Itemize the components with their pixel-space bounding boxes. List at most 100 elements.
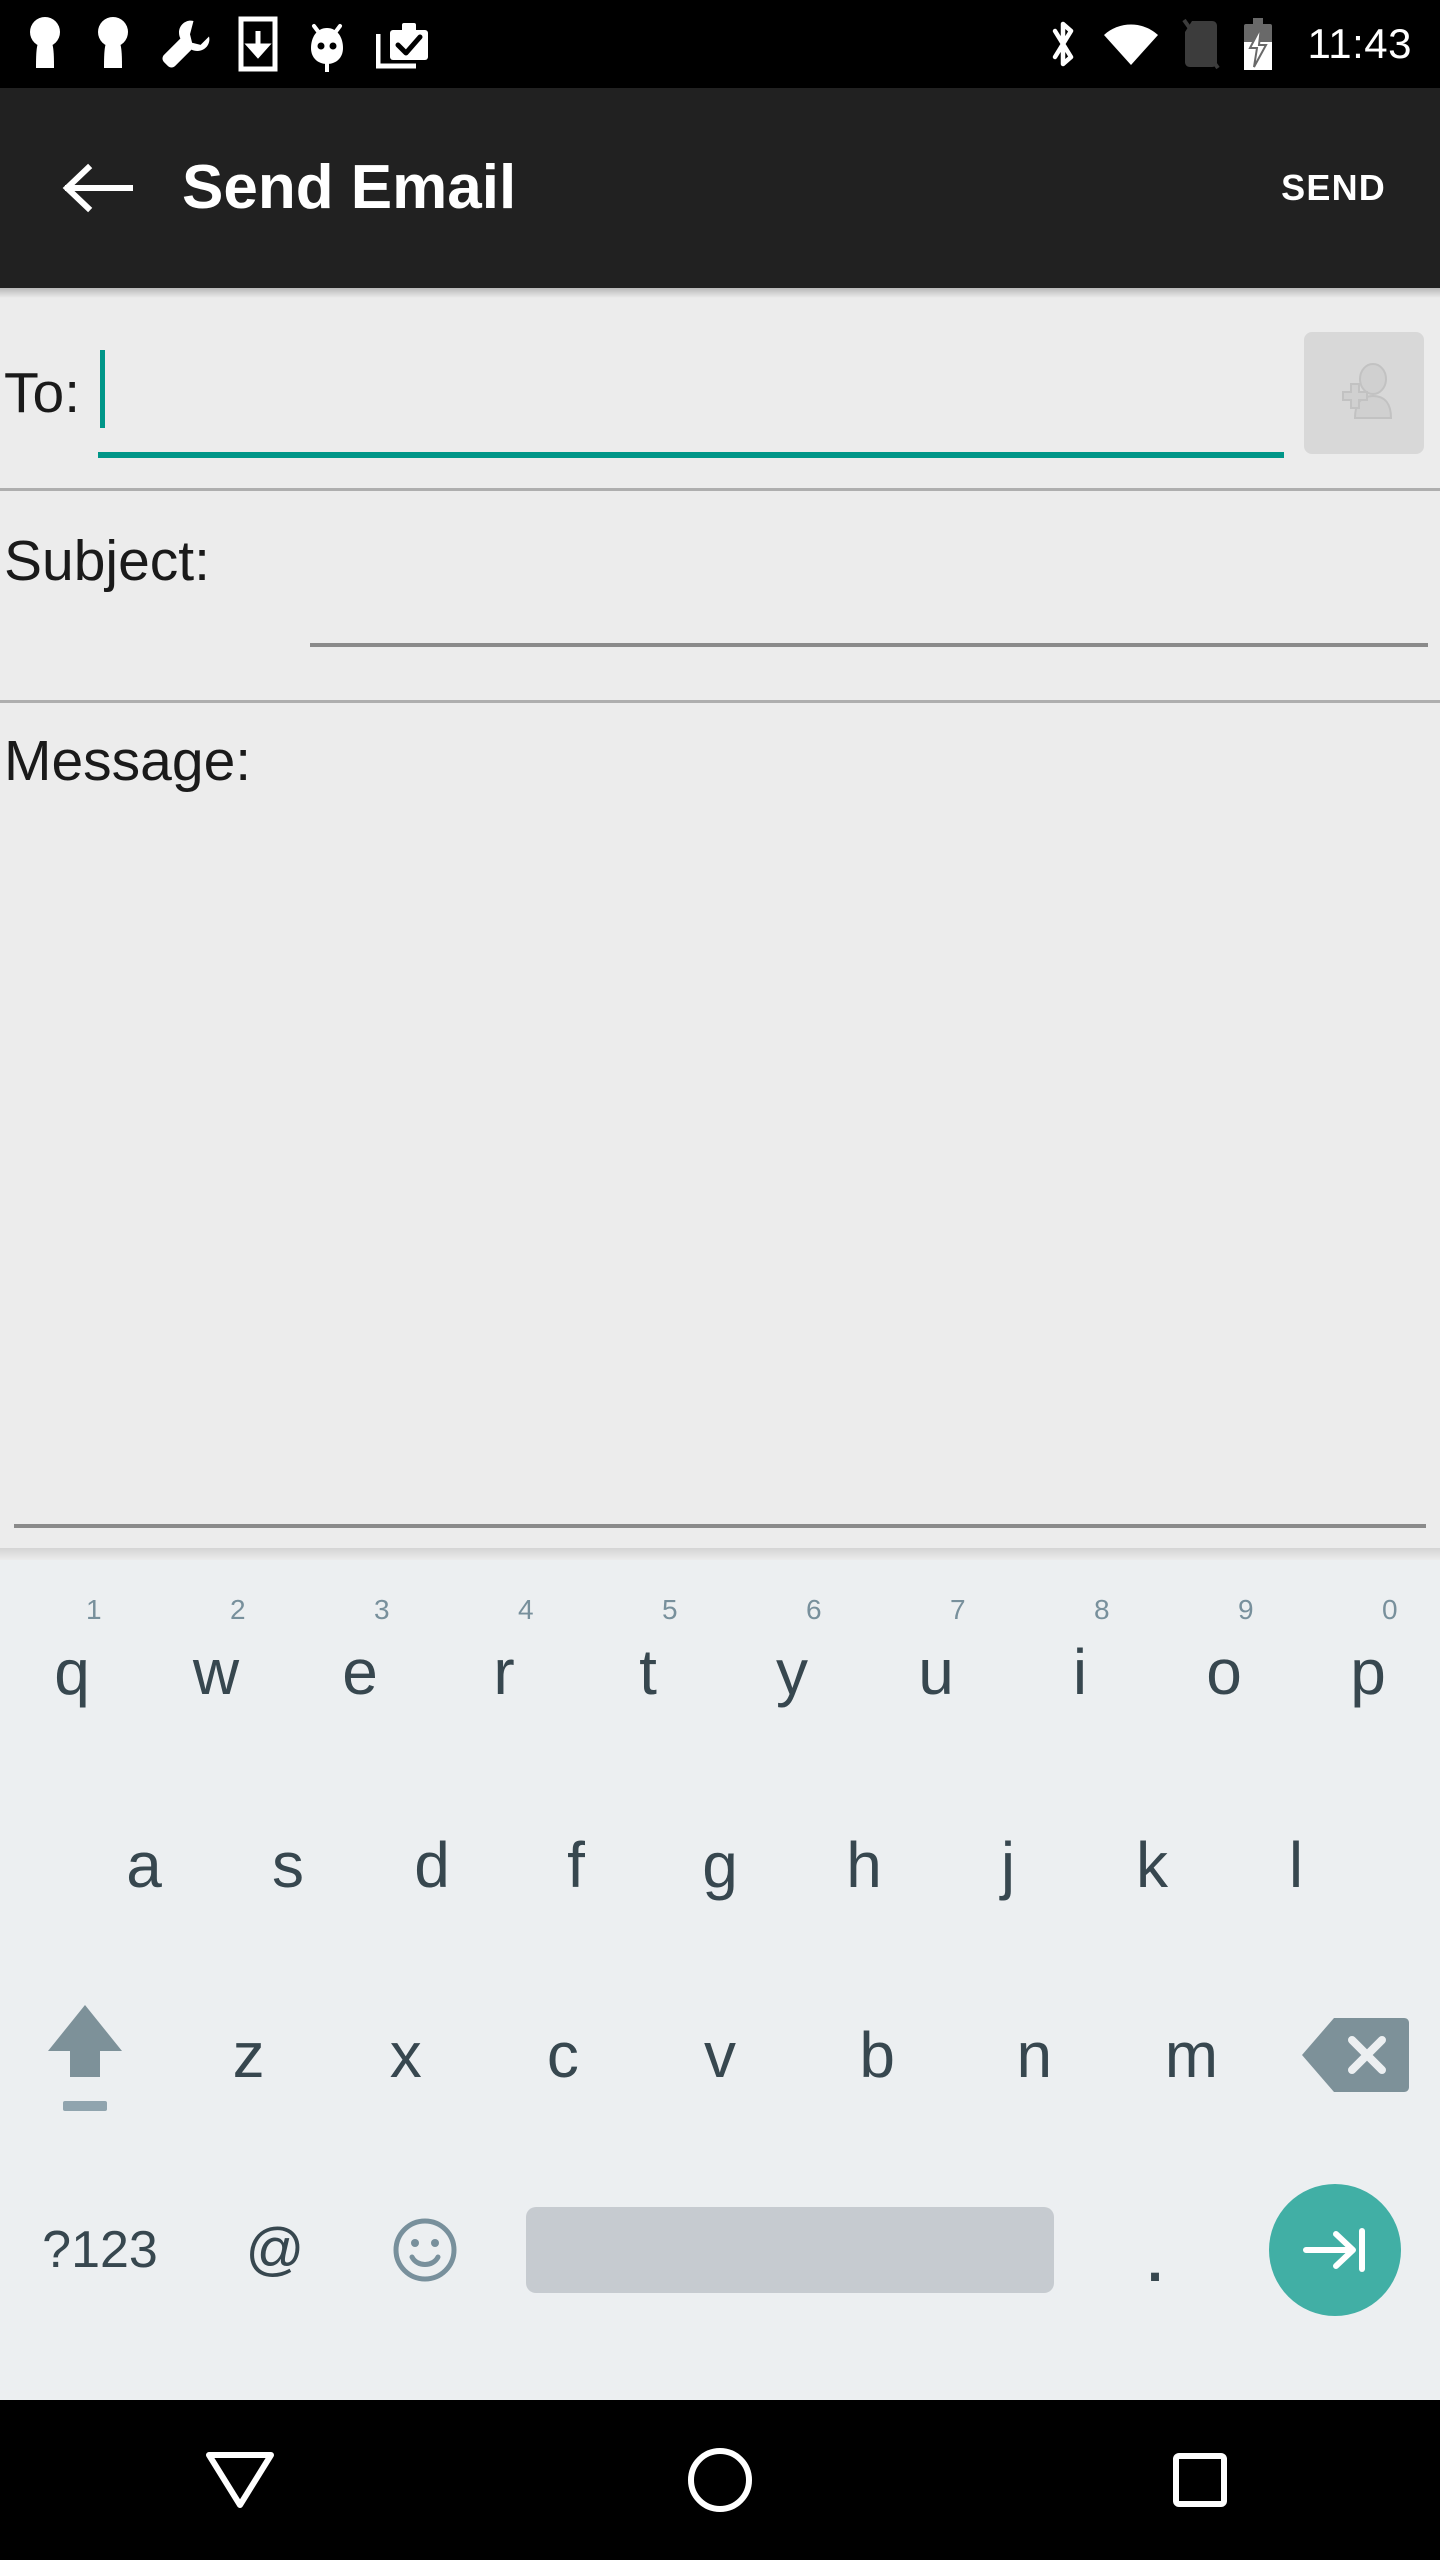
key-label: v — [703, 2019, 736, 2091]
key-w[interactable]: 2w — [144, 1574, 288, 1770]
key-hint: 4 — [518, 1594, 534, 1625]
nav-back-button[interactable] — [0, 2400, 480, 2560]
message-input[interactable] — [14, 1524, 1426, 1528]
period-key-label: . — [1147, 2230, 1163, 2293]
to-label: To: — [4, 360, 81, 425]
briefcase-check-icon — [376, 23, 428, 69]
key-label: h — [846, 1829, 882, 1901]
key-i[interactable]: 8i — [1008, 1574, 1152, 1770]
text-caret — [100, 350, 106, 428]
key-hint: 5 — [662, 1594, 678, 1625]
person-pin-icon — [98, 17, 128, 68]
symbols-key[interactable]: ?123 — [0, 2150, 200, 2350]
message-label: Message: — [4, 729, 252, 793]
key-label: f — [567, 1829, 585, 1901]
enter-key[interactable] — [1230, 2150, 1440, 2350]
key-hint: 1 — [86, 1594, 102, 1625]
spacebar-surface — [526, 2207, 1054, 2293]
key-r[interactable]: 4r — [432, 1574, 576, 1770]
android-bug-icon — [311, 24, 343, 72]
key-label: q — [54, 1636, 90, 1708]
status-bar-clock: 11:43 — [1307, 20, 1412, 67]
nav-home-button[interactable] — [480, 2400, 960, 2560]
key-label: z — [232, 2019, 265, 2091]
system-navigation-bar — [0, 2400, 1440, 2560]
key-j[interactable]: j — [936, 1770, 1080, 1960]
key-hint: 7 — [950, 1594, 966, 1625]
nav-recents-button[interactable] — [960, 2400, 1440, 2560]
at-key-label: @ — [245, 2217, 305, 2282]
key-d[interactable]: d — [360, 1770, 504, 1960]
add-contact-button[interactable] — [1304, 332, 1424, 454]
key-e[interactable]: 3e — [288, 1574, 432, 1770]
key-a[interactable]: a — [72, 1770, 216, 1960]
message-row: Message: — [0, 703, 1440, 1560]
key-label: w — [192, 1636, 240, 1708]
key-label: y — [776, 1636, 808, 1708]
shift-indicator-bar — [63, 2101, 107, 2111]
key-z[interactable]: z — [170, 1960, 327, 2150]
person-pin-icon — [30, 17, 60, 68]
key-label: b — [859, 2019, 895, 2091]
key-t[interactable]: 5t — [576, 1574, 720, 1770]
shift-key[interactable] — [0, 1960, 170, 2150]
phone-download-icon — [238, 16, 278, 72]
key-label: j — [1000, 1829, 1016, 1901]
key-x[interactable]: x — [327, 1960, 484, 2150]
key-f[interactable]: f — [504, 1770, 648, 1960]
key-label: p — [1350, 1636, 1386, 1708]
status-bar-system-icons: 11:43 — [1046, 17, 1413, 71]
at-key[interactable]: @ — [200, 2150, 350, 2350]
status-bar: 11:43 — [0, 0, 1440, 88]
key-b[interactable]: b — [799, 1960, 956, 2150]
key-hint: 9 — [1238, 1594, 1254, 1625]
key-label: t — [639, 1636, 657, 1708]
backspace-key[interactable] — [1270, 1960, 1440, 2150]
backspace-icon — [1301, 2018, 1409, 2092]
key-label: a — [126, 1829, 162, 1901]
key-p[interactable]: 0p — [1296, 1574, 1440, 1770]
keyboard-row-1: 1q 2w 3e 4r 5t 6y 7u 8i 9o 0p — [0, 1574, 1440, 1770]
keyboard-row-2: a s d f g h j k l — [0, 1770, 1440, 1960]
tab-next-icon — [1303, 2228, 1365, 2272]
period-key[interactable]: . — [1080, 2150, 1230, 2350]
emoji-smiley-icon — [393, 2218, 457, 2282]
to-row: To: — [0, 298, 1440, 491]
app-bar: Send Email SEND — [0, 88, 1440, 288]
key-s[interactable]: s — [216, 1770, 360, 1960]
back-button[interactable] — [50, 140, 146, 236]
key-label: u — [918, 1636, 954, 1708]
key-n[interactable]: n — [956, 1960, 1113, 2150]
key-g[interactable]: g — [648, 1770, 792, 1960]
key-hint: 2 — [230, 1594, 246, 1625]
key-y[interactable]: 6y — [720, 1574, 864, 1770]
key-label: x — [389, 2019, 422, 2091]
space-key[interactable] — [500, 2150, 1080, 2350]
on-screen-keyboard: 1q 2w 3e 4r 5t 6y 7u 8i 9o 0p a s d f g … — [0, 1548, 1440, 2400]
key-m[interactable]: m — [1113, 1960, 1270, 2150]
emoji-key[interactable] — [350, 2150, 500, 2350]
key-label: e — [342, 1636, 378, 1708]
send-button[interactable]: SEND — [1265, 149, 1402, 227]
key-q[interactable]: 1q — [0, 1574, 144, 1770]
key-hint: 8 — [1094, 1594, 1110, 1625]
key-l[interactable]: l — [1224, 1770, 1368, 1960]
key-h[interactable]: h — [792, 1770, 936, 1960]
bluetooth-icon — [1052, 21, 1073, 67]
key-label: m — [1164, 2019, 1219, 2091]
subject-label: Subject: — [4, 529, 210, 593]
key-k[interactable]: k — [1080, 1770, 1224, 1960]
key-u[interactable]: 7u — [864, 1574, 1008, 1770]
page-title: Send Email — [182, 153, 517, 222]
key-label: s — [272, 1829, 304, 1901]
no-sim-icon — [1181, 18, 1220, 70]
status-bar-notification-icons — [24, 16, 1046, 72]
key-c[interactable]: c — [484, 1960, 641, 2150]
subject-input[interactable] — [310, 643, 1428, 647]
keyboard-row-4: ?123 @ . — [0, 2150, 1440, 2350]
key-v[interactable]: v — [641, 1960, 798, 2150]
key-o[interactable]: 9o — [1152, 1574, 1296, 1770]
key-hint: 6 — [806, 1594, 822, 1625]
key-label: g — [702, 1829, 738, 1901]
to-input[interactable] — [98, 328, 1284, 458]
